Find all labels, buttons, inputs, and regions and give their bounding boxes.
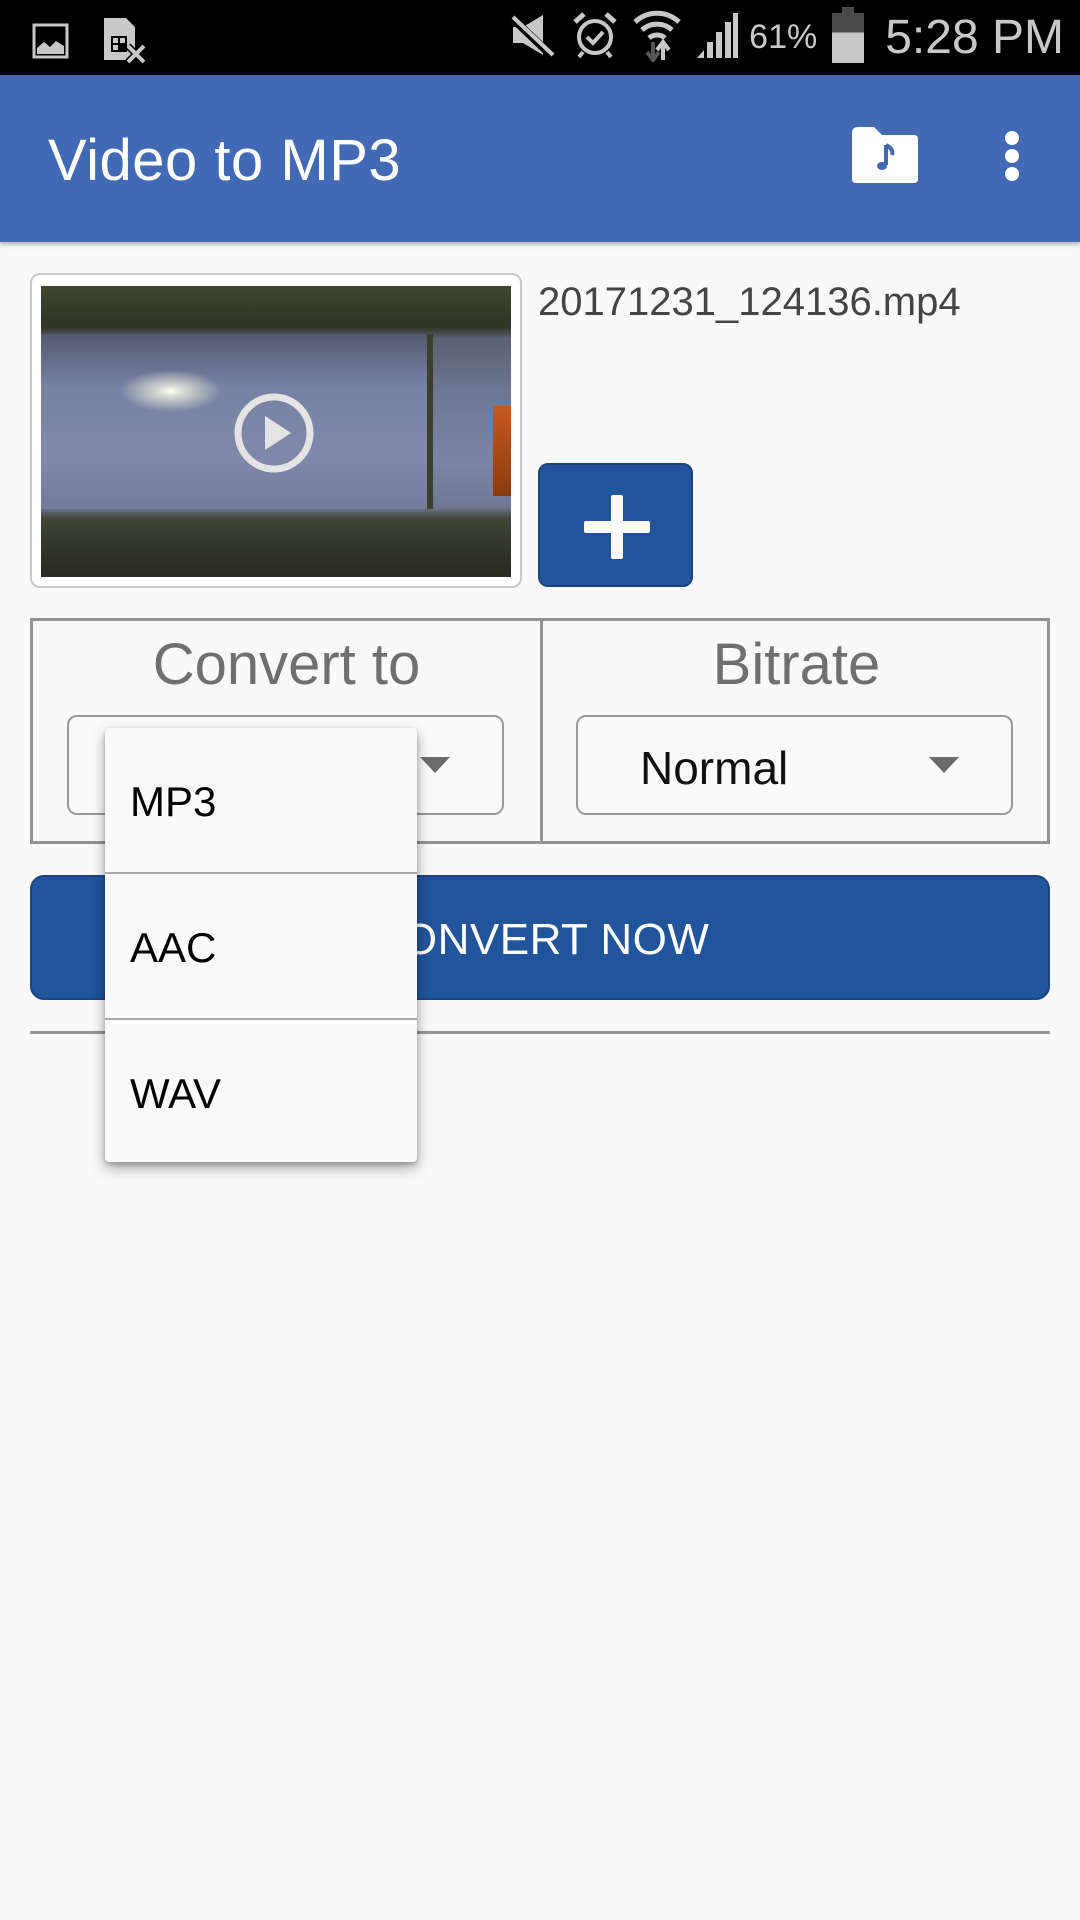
convert-to-dropdown: MP3 AAC WAV (105, 728, 417, 1162)
wifi-data-icon (633, 8, 681, 67)
alarm-icon (571, 10, 619, 65)
video-file-name: 20171231_124136.mp4 (538, 280, 961, 324)
app-title: Video to MP3 (48, 128, 402, 193)
convert-to-label: Convert to (152, 632, 421, 697)
music-folder-icon (852, 127, 918, 183)
music-folder-button[interactable] (850, 125, 920, 185)
dropdown-option-aac[interactable]: AAC (105, 874, 417, 1018)
app-bar: Video to MP3 (0, 75, 1080, 242)
dropdown-option-mp3[interactable]: MP3 (105, 728, 417, 872)
status-bar: 61% 5:28 PM (0, 0, 1080, 75)
sim-card-missing-icon (102, 16, 148, 71)
dropdown-option-wav[interactable]: WAV (105, 1020, 417, 1164)
video-thumbnail[interactable] (41, 286, 511, 577)
chevron-down-icon (929, 757, 959, 773)
clock: 5:28 PM (885, 11, 1064, 64)
battery-icon (831, 7, 865, 68)
bitrate-select[interactable]: Normal (576, 715, 1013, 815)
chevron-down-icon (420, 757, 450, 773)
video-thumbnail-card[interactable] (30, 273, 522, 588)
bitrate-value: Normal (640, 742, 789, 794)
add-video-button[interactable] (538, 463, 693, 587)
battery-percent: 61% (749, 18, 818, 56)
play-icon[interactable] (233, 392, 315, 474)
mute-icon (508, 11, 557, 64)
bitrate-label: Bitrate (712, 632, 881, 697)
gallery-icon (32, 22, 70, 65)
signal-icon (695, 10, 739, 65)
overflow-menu-button[interactable] (995, 125, 1031, 185)
